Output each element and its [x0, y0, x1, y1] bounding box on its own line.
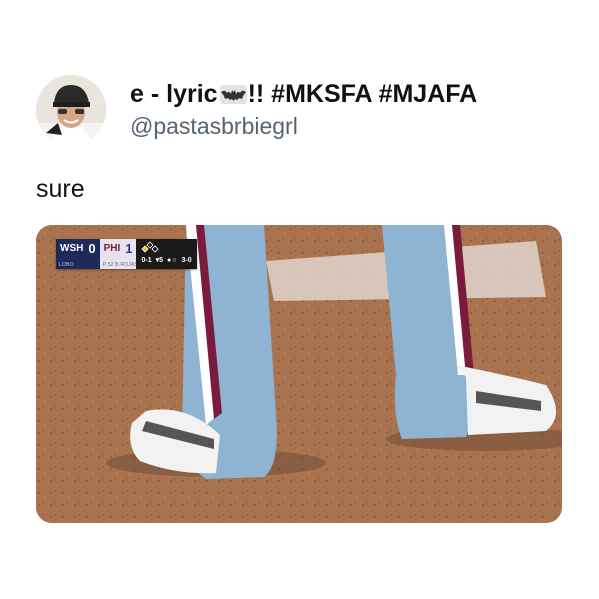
baseball-scene-image	[36, 225, 562, 523]
inning-indicator: ▾5	[155, 257, 164, 264]
avatar[interactable]	[36, 75, 106, 145]
bases-diamond-icon	[141, 241, 160, 253]
tweet-text: sure	[36, 175, 85, 203]
display-name-suffix: !! #MKSFA #MJAFA	[247, 80, 478, 108]
ball-strike-count: 3-0	[181, 256, 192, 264]
home-batter-label: P:52 B.ROJAS	[102, 262, 139, 268]
display-name-prefix: e - lyric	[130, 80, 218, 108]
bat-emoji-icon	[219, 85, 247, 104]
scorebug-away-team: WSH 0 LOBO	[56, 239, 100, 269]
scorebug: WSH 0 LOBO PHI 1 P:52 B.ROJAS 0-1 ▾5 ●○ …	[56, 239, 197, 269]
scorebug-count: 0-1 ▾5 ●○ 3-0	[136, 239, 197, 269]
tweet-media-image[interactable]: WSH 0 LOBO PHI 1 P:52 B.ROJAS 0-1 ▾5 ●○ …	[36, 225, 562, 523]
home-team-abbr: PHI	[103, 243, 121, 254]
away-pitcher-label: LOBO	[59, 262, 74, 268]
display-name[interactable]: e - lyric !! #MKSFA #MJAFA	[130, 80, 477, 109]
avatar-image	[36, 75, 106, 145]
scorebug-home-team: PHI 1 P:52 B.ROJAS	[99, 239, 139, 269]
batter-count-sub: 0-1	[141, 256, 152, 264]
username-handle[interactable]: @pastasbrbiegrl	[130, 113, 298, 140]
tweet-card: e - lyric !! #MKSFA #MJAFA @pastasbrbieg…	[0, 0, 599, 599]
home-team-score: 1	[125, 241, 133, 256]
outs-indicator: ●○	[167, 256, 178, 264]
away-team-abbr: WSH	[60, 243, 84, 254]
away-team-score: 0	[88, 241, 96, 256]
